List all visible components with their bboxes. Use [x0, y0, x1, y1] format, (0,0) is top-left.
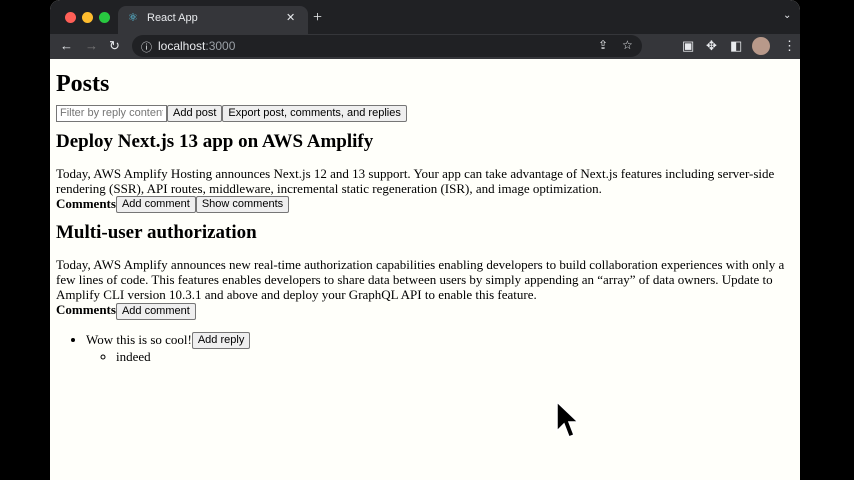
new-tab-icon[interactable]: + [313, 9, 322, 27]
post-body: Today, AWS Amplify announces new real-ti… [56, 257, 785, 303]
close-tab-icon[interactable]: ✕ [286, 11, 295, 24]
url: localhost:3000 [158, 39, 236, 53]
export-button[interactable]: Export post, comments, and replies [222, 104, 407, 122]
filter-input[interactable] [56, 104, 167, 122]
page-content: Posts Add postExport post, comments, and… [56, 59, 796, 364]
reply: indeed [116, 349, 796, 364]
add-post-button[interactable]: Add post [167, 104, 223, 122]
reload-icon[interactable]: ↻ [109, 38, 120, 54]
comment-text: Wow this is so cool! [86, 331, 192, 347]
tab-title: React App [147, 12, 198, 24]
minimize-window-button[interactable] [82, 12, 93, 23]
title-bar: ⚛ React App ✕ + ⌄ [50, 0, 800, 34]
post: Multi-user authorization Today, AWS Ampl… [56, 222, 796, 364]
add-comment-button[interactable]: Add comment [115, 302, 196, 320]
post-controls: Add postExport post, comments, and repli… [56, 104, 796, 122]
page-title: Posts [56, 71, 110, 97]
share-icon[interactable]: ⇪ [598, 38, 608, 52]
post-title: Multi-user authorization [56, 222, 257, 244]
add-reply-button[interactable]: Add reply [191, 332, 251, 350]
browser-window: ⚛ React App ✕ + ⌄ ← → ↻ ⓘ localhost:3000… [50, 0, 800, 480]
comment: Wow this is so cool!Add reply indeed [86, 331, 796, 364]
maximize-window-button[interactable] [99, 12, 110, 23]
post-body: Today, AWS Amplify Hosting announces Nex… [56, 165, 775, 196]
add-comment-button[interactable]: Add comment [115, 196, 196, 214]
forward-icon: → [85, 38, 98, 53]
show-comments-button[interactable]: Show comments [195, 196, 290, 214]
bookmark-star-icon[interactable]: ☆ [622, 38, 633, 52]
comments-label: Comments [56, 302, 116, 318]
comment-list: Wow this is so cool!Add reply indeed [56, 331, 796, 364]
close-window-button[interactable] [65, 12, 76, 23]
toolbar: ← → ↻ ⓘ localhost:3000 ⇪ ☆ ▣ ✥ ◧ ⋮ [50, 34, 800, 59]
mouse-cursor-icon [556, 401, 580, 438]
avatar[interactable] [752, 37, 770, 55]
tab-react-app[interactable]: ⚛ React App ✕ [118, 6, 308, 34]
info-icon: ⓘ [141, 42, 152, 54]
comments-label: Comments [56, 195, 116, 211]
post-title: Deploy Next.js 13 app on AWS Amplify [56, 130, 374, 152]
menu-icon[interactable]: ⋮ [783, 38, 796, 54]
chevron-down-icon[interactable]: ⌄ [783, 10, 791, 21]
sidebar-icon[interactable]: ◧ [730, 38, 742, 54]
post: Deploy Next.js 13 app on AWS Amplify Tod… [56, 130, 796, 214]
react-icon: ⚛ [128, 12, 138, 24]
puzzle-icon[interactable]: ✥ [706, 38, 717, 54]
address-bar[interactable]: ⓘ localhost:3000 ⇪ ☆ [132, 35, 642, 57]
extension-icon[interactable]: ▣ [682, 38, 694, 54]
back-icon[interactable]: ← [60, 38, 73, 53]
